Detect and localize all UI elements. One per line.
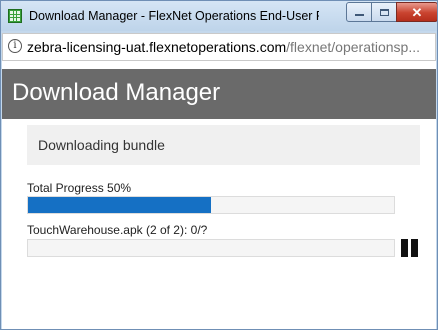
maximize-button[interactable] bbox=[371, 2, 397, 22]
pause-icon-bar bbox=[411, 239, 418, 257]
minimize-button[interactable] bbox=[346, 2, 372, 22]
url-host: zebra-licensing-uat.flexnetoperations.co… bbox=[27, 39, 287, 55]
info-icon[interactable]: i bbox=[8, 39, 22, 53]
url-text[interactable]: zebra-licensing-uat.flexnetoperations.co… bbox=[27, 39, 432, 55]
total-progress-bar bbox=[27, 196, 395, 214]
address-bar[interactable]: i zebra-licensing-uat.flexnetoperations.… bbox=[2, 33, 436, 61]
minimize-icon bbox=[354, 14, 364, 16]
close-button[interactable]: ✕ bbox=[396, 2, 437, 22]
app-grid-icon bbox=[8, 9, 22, 23]
total-progress-fill bbox=[28, 197, 211, 213]
window-title: Download Manager - FlexNet Operations En… bbox=[29, 9, 319, 23]
page-content: Download Manager Downloading bundle Tota… bbox=[2, 61, 436, 329]
pause-button[interactable] bbox=[401, 239, 419, 257]
status-panel: Downloading bundle bbox=[27, 125, 420, 165]
total-progress-label: Total Progress 50% bbox=[27, 181, 132, 195]
pause-icon bbox=[401, 239, 408, 257]
page-title: Download Manager bbox=[12, 79, 221, 106]
maximize-icon bbox=[379, 8, 389, 16]
page-header: Download Manager bbox=[2, 69, 436, 119]
file-progress-bar bbox=[27, 239, 395, 257]
file-progress-label: TouchWarehouse.apk (2 of 2): 0/? bbox=[27, 223, 208, 237]
url-path: /flexnet/operationsp... bbox=[286, 39, 421, 55]
title-bar[interactable]: Download Manager - FlexNet Operations En… bbox=[1, 1, 437, 31]
download-manager-window: Download Manager - FlexNet Operations En… bbox=[0, 0, 438, 330]
close-icon: ✕ bbox=[411, 4, 423, 20]
status-text: Downloading bundle bbox=[38, 137, 165, 153]
